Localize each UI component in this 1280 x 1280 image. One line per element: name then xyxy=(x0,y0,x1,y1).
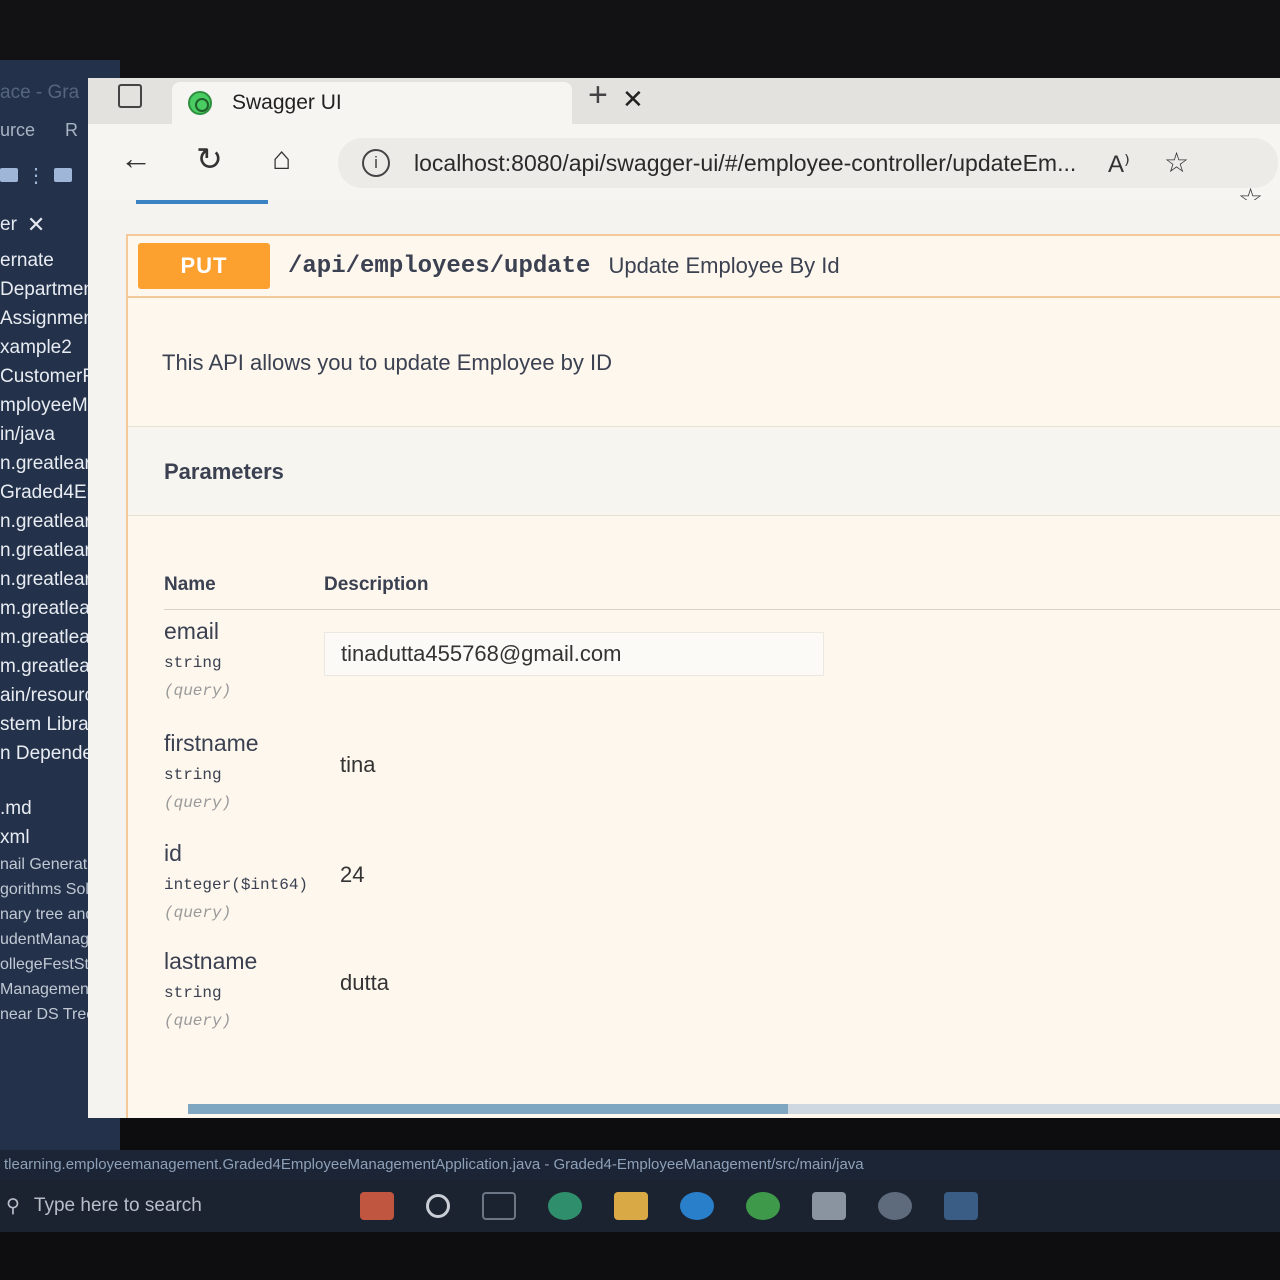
tab-title: Swagger UI xyxy=(232,91,342,114)
parameter-location: (query) xyxy=(164,904,232,922)
store-icon[interactable] xyxy=(812,1192,846,1220)
operation-path: /api/employees/update xyxy=(288,252,591,280)
taskbar-search[interactable]: ⚲ Type here to search xyxy=(0,1180,340,1232)
horizontal-scrollbar[interactable] xyxy=(188,1104,1280,1114)
read-aloud-icon[interactable]: A⁾ xyxy=(1108,150,1130,179)
screen-bezel-bottom xyxy=(0,1232,1280,1280)
column-description-header: Description xyxy=(324,574,429,595)
close-tab-icon[interactable]: ✕ xyxy=(622,84,644,115)
column-name-header: Name xyxy=(164,574,216,595)
close-icon[interactable]: ✕ xyxy=(27,212,45,238)
scrollbar-thumb[interactable] xyxy=(188,1104,788,1114)
parameter-name: email xyxy=(164,618,219,644)
parameter-row-email: email string (query) tinadutta455768@gma… xyxy=(164,618,1280,722)
parameter-type: string xyxy=(164,766,222,784)
parameter-type: string xyxy=(164,654,222,672)
url-text[interactable]: localhost:8080/api/swagger-ui/#/employee… xyxy=(414,150,1076,177)
search-icon[interactable] xyxy=(54,168,72,182)
parameter-name: lastname xyxy=(164,948,258,974)
parameter-name: id xyxy=(164,840,182,866)
cortana-icon[interactable] xyxy=(426,1194,450,1218)
browser-app-icon[interactable] xyxy=(548,1192,582,1220)
parameter-type: string xyxy=(164,984,222,1002)
task-view-icon[interactable] xyxy=(482,1192,516,1220)
id-field[interactable]: 24 xyxy=(324,854,824,898)
screen-bezel-top xyxy=(0,0,1280,80)
parameter-row-firstname: firstname string (query) tina xyxy=(164,730,1280,834)
parameter-row-lastname: lastname string (query) dutta xyxy=(164,948,1280,1052)
ide-menu-source[interactable]: urce xyxy=(0,120,35,140)
parameter-location: (query) xyxy=(164,682,232,700)
swagger-favicon-icon xyxy=(188,91,212,115)
back-icon[interactable]: ← xyxy=(120,140,152,177)
parameter-location: (query) xyxy=(164,794,232,812)
home-icon[interactable]: ⌂ xyxy=(272,140,291,177)
weather-icon[interactable] xyxy=(360,1192,394,1220)
operation-description: This API allows you to update Employee b… xyxy=(162,350,613,375)
email-field[interactable]: tinadutta455768@gmail.com xyxy=(324,632,824,676)
parameter-type: integer($int64) xyxy=(164,876,309,894)
reload-icon[interactable]: ↻ xyxy=(196,140,223,178)
lastname-field[interactable]: dutta xyxy=(324,962,824,1006)
address-bar[interactable]: i localhost:8080/api/swagger-ui/#/employ… xyxy=(338,138,1278,188)
parameter-row-id: id integer($int64) (query) 24 xyxy=(164,840,1280,944)
search-icon: ⚲ xyxy=(6,1195,20,1217)
site-info-icon[interactable]: i xyxy=(362,149,390,177)
parameter-location: (query) xyxy=(164,1012,232,1030)
tab-strip: Swagger UI ✕ + xyxy=(88,76,1280,124)
add-favorite-icon[interactable]: ☆ xyxy=(1164,146,1189,179)
operation-summary[interactable]: PUT /api/employees/update Update Employe… xyxy=(128,236,1280,298)
edge-legacy-icon[interactable] xyxy=(680,1192,714,1220)
parameters-section-header: Parameters xyxy=(128,426,1280,516)
parameter-name: firstname xyxy=(164,730,259,756)
ide-view-tab-label: er xyxy=(0,214,17,235)
active-section-indicator xyxy=(136,200,268,204)
method-badge: PUT xyxy=(138,243,270,289)
taskbar-apps xyxy=(360,1192,978,1220)
navigation-bar: ← ↻ ⌂ i localhost:8080/api/swagger-ui/#/… xyxy=(88,124,1280,214)
taskbar-search-placeholder: Type here to search xyxy=(33,1195,202,1216)
parameters-title: Parameters xyxy=(164,459,284,484)
ide-menu-refactor[interactable]: R xyxy=(65,120,78,140)
operation-summary-text: Update Employee By Id xyxy=(608,253,840,278)
operation-block-put: PUT /api/employees/update Update Employe… xyxy=(126,234,1280,1118)
browser-tab[interactable]: Swagger UI ✕ xyxy=(172,82,644,124)
windows-taskbar: ⚲ Type here to search xyxy=(0,1180,1280,1232)
ide-window-title: ace - Gra xyxy=(0,82,80,103)
app-icon[interactable] xyxy=(878,1192,912,1220)
tab-actions-icon[interactable] xyxy=(118,84,142,108)
chrome-icon[interactable] xyxy=(746,1192,780,1220)
browser-window: Swagger UI ✕ + ← ↻ ⌂ i localhost:8080/ap… xyxy=(88,76,1280,1118)
file-explorer-icon[interactable] xyxy=(614,1192,648,1220)
eclipse-icon[interactable] xyxy=(944,1192,978,1220)
toolbar-icon[interactable] xyxy=(0,168,18,182)
swagger-page: PUT /api/employees/update Update Employe… xyxy=(88,200,1280,1118)
ide-status-line: tlearning.employeemanagement.Graded4Empl… xyxy=(0,1150,1280,1180)
parameters-table-header: Name Description xyxy=(164,566,1280,610)
firstname-field[interactable]: tina xyxy=(324,744,824,788)
new-tab-icon[interactable]: + xyxy=(588,76,608,115)
overflow-icon[interactable]: ⋮ xyxy=(26,163,46,188)
